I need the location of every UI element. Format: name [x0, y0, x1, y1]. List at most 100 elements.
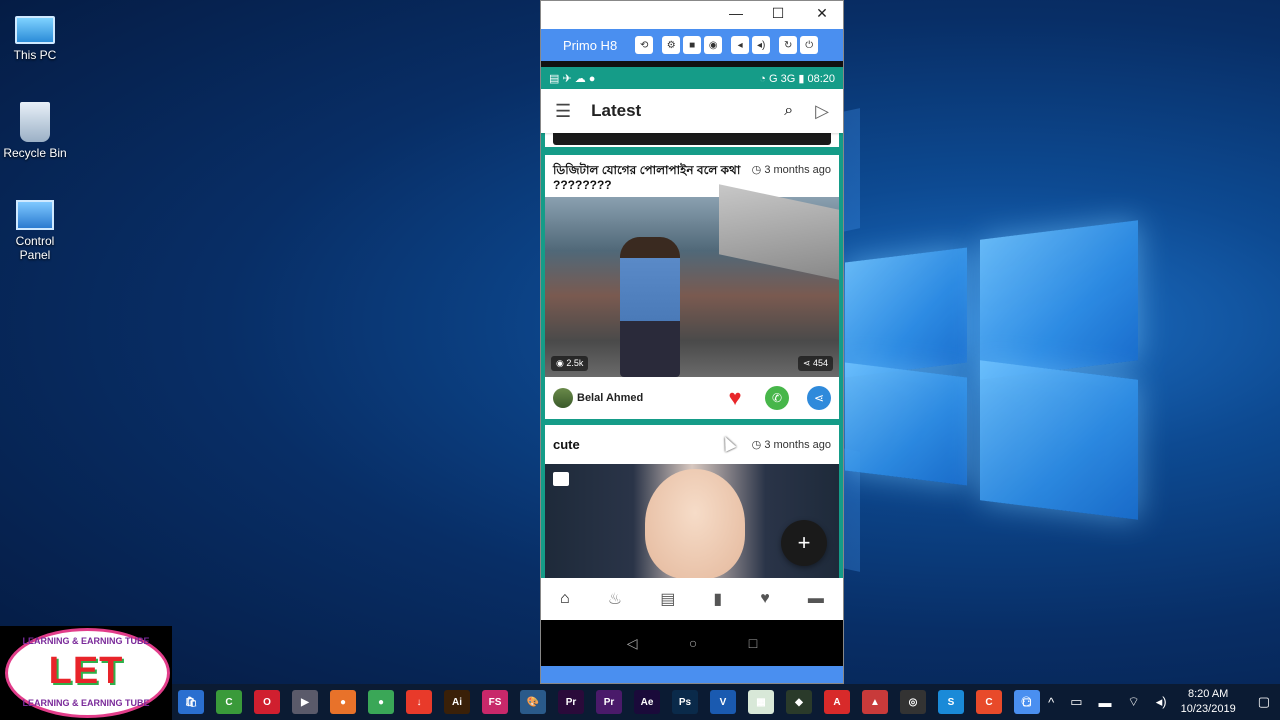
heart-icon[interactable]: ♥ — [760, 590, 770, 608]
firefox-icon[interactable]: ● — [330, 690, 356, 714]
screenshot-icon[interactable]: ◉ — [704, 36, 723, 54]
windows-logo — [845, 215, 1140, 520]
close-button[interactable]: ✕ — [807, 5, 837, 22]
desktop-icon-recycle-bin[interactable]: Recycle Bin — [0, 102, 70, 160]
battery-icon[interactable]: ▬ — [1099, 695, 1112, 710]
feed: ডিজিটাল যোগের পোলাপাইন বলে কথা ???????? … — [541, 133, 843, 578]
network-icon[interactable]: ▭ — [1070, 694, 1082, 710]
volume-down-icon[interactable]: ◂ — [731, 36, 750, 54]
clock-date: 10/23/2019 — [1180, 703, 1236, 715]
emulator-toolbar: Primo H8 ⟲ ⚙ ■ ◉ ◂ ◂) ↻ ⏻ — [541, 29, 843, 61]
folder-icon[interactable]: ▬ — [808, 590, 824, 608]
monitor-icon — [15, 16, 55, 44]
recycle-bin-icon — [20, 102, 50, 142]
post-time: 3 months ago — [764, 164, 831, 176]
signal-type: 3G — [780, 72, 796, 85]
clock-time: 8:20 AM — [1187, 688, 1229, 700]
fs-icon[interactable]: FS — [482, 690, 508, 714]
desktop-icon-this-pc[interactable]: This PC — [0, 10, 70, 62]
clock[interactable]: 8:20 AM 10/23/2019 — [1181, 687, 1236, 717]
illustrator-icon[interactable]: Ai — [444, 690, 470, 714]
tool-icon[interactable]: ▲ — [862, 690, 888, 714]
people-icon[interactable]: ⚇ — [1020, 694, 1032, 710]
views-badge: ◉ 2.5k — [551, 356, 589, 371]
author-name: Belal Ahmed — [577, 392, 644, 404]
refresh-icon[interactable]: ↻ — [779, 36, 798, 54]
post-time: 3 months ago — [764, 439, 831, 451]
system-tray: ⚇ ^ ▭ ▬ ⌔ ◂) 8:20 AM 10/23/2019 ▢ — [1012, 684, 1280, 720]
bottom-nav: ⌂ ♨ ▤ ▮ ♥ ▬ — [541, 578, 843, 620]
whatsapp-icon[interactable]: ✆ — [765, 386, 789, 410]
notification-icons: ▤ ✈ ☁ ● — [549, 72, 596, 85]
photoshop-icon[interactable]: Ps — [672, 690, 698, 714]
channel-logo: LEARNING & EARNING TUBE LET LEARNING & E… — [0, 626, 172, 720]
status-time: 08:20 — [807, 72, 835, 85]
previous-card-stub — [545, 133, 839, 147]
clock-icon: ◷ — [751, 439, 762, 451]
sync-icon: ◔ — [759, 72, 766, 85]
acrobat-icon[interactable]: A — [824, 690, 850, 714]
taskbar: 🛍 C O ▶ ● ● ↓ Ai FS 🎨 Pr Pr Ae Ps V ▦ ◆ A ▲ ◎ S C ▢ ⚇ ^ ▭ ▬ ⌔ … — [0, 684, 1280, 720]
play-store-icon[interactable]: ▷ — [815, 101, 829, 122]
camtasia-icon[interactable]: C — [216, 690, 242, 714]
eye-icon: ◉ — [556, 358, 564, 368]
post-image[interactable]: ◉ 2.5k ⋖ 454 — [545, 184, 839, 377]
paint-icon[interactable]: 🎨 — [520, 690, 546, 714]
excel-icon[interactable]: ▦ — [748, 690, 774, 714]
android-status-bar: ▤ ✈ ☁ ● ◔ G 3G ▮ 08:20 — [541, 67, 843, 89]
emulator-window: — ☐ ✕ Primo H8 ⟲ ⚙ ■ ◉ ◂ ◂) ↻ ⏻ ▤ ✈ ☁ ● … — [540, 0, 844, 684]
camtasia2-icon[interactable]: C — [976, 690, 1002, 714]
network-type: G — [768, 72, 778, 85]
fire-icon[interactable]: ♨ — [608, 589, 622, 609]
clock-icon: ◷ — [751, 164, 762, 176]
home-button-icon[interactable]: ○ — [689, 635, 697, 651]
share-icon[interactable]: ⋖ — [807, 386, 831, 410]
rotate-icon[interactable]: ⟲ — [635, 36, 654, 54]
chrome-icon[interactable]: ● — [368, 690, 394, 714]
avatar — [553, 388, 573, 408]
home-icon[interactable]: ⌂ — [560, 590, 570, 608]
page-title: Latest — [591, 101, 642, 120]
device-name: Primo H8 — [563, 37, 618, 53]
stack-icon[interactable]: ▤ — [660, 589, 675, 609]
volume-up-icon[interactable]: ◂) — [752, 36, 771, 54]
opera-icon[interactable]: O — [254, 690, 280, 714]
desktop-icon-control-panel[interactable]: Control Panel — [0, 200, 70, 262]
shares-badge: ⋖ 454 — [797, 356, 833, 371]
taskbar-apps: 🛍 C O ▶ ● ● ↓ Ai FS 🎨 Pr Pr Ae Ps V ▦ ◆ A ▲ ◎ S C ▢ — [172, 690, 1046, 714]
settings-icon[interactable]: ⚙ — [662, 36, 681, 54]
add-post-button[interactable]: + — [781, 520, 827, 566]
minimize-button[interactable]: — — [721, 5, 751, 21]
premiere-icon[interactable]: Pr — [558, 690, 584, 714]
image-icon — [553, 472, 569, 486]
app-bar: ☰ Latest ⌕ ▷ — [541, 89, 843, 133]
recent-apps-icon[interactable]: □ — [749, 635, 757, 651]
maximize-button[interactable]: ☐ — [763, 5, 793, 22]
control-panel-icon — [16, 200, 54, 230]
share-icon: ⋖ — [802, 358, 811, 368]
carousel-icon[interactable]: ▮ — [713, 589, 722, 609]
download-icon[interactable]: ↓ — [406, 690, 432, 714]
store-icon[interactable]: 🛍 — [178, 690, 204, 714]
power-icon[interactable]: ⏻ — [800, 36, 819, 54]
back-icon[interactable]: ◁ — [627, 635, 638, 652]
camera-icon[interactable]: ■ — [683, 36, 702, 54]
chevron-up-icon[interactable]: ^ — [1048, 695, 1054, 710]
android-nav-bar: ◁ ○ □ — [541, 620, 843, 666]
skype-icon[interactable]: S — [938, 690, 964, 714]
premiere2-icon[interactable]: Pr — [596, 690, 622, 714]
wifi-icon[interactable]: ⌔ — [1128, 694, 1140, 710]
app-icon[interactable]: ◆ — [786, 690, 812, 714]
heart-icon[interactable]: ♥ — [723, 385, 747, 411]
menu-icon[interactable]: ☰ — [555, 101, 571, 122]
notification-icon[interactable]: ▢ — [1258, 694, 1270, 710]
video-icon[interactable]: ▶ — [292, 690, 318, 714]
window-titlebar: — ☐ ✕ — [541, 1, 843, 29]
volume-icon[interactable]: ◂) — [1156, 694, 1167, 710]
battery-icon: ▮ — [798, 72, 805, 85]
post-card[interactable]: ডিজিটাল যোগের পোলাপাইন বলে কথা ???????? … — [545, 155, 839, 419]
search-icon[interactable]: ⌕ — [784, 102, 793, 120]
obs-icon[interactable]: ◎ — [900, 690, 926, 714]
aftereffects-icon[interactable]: Ae — [634, 690, 660, 714]
visio-icon[interactable]: V — [710, 690, 736, 714]
